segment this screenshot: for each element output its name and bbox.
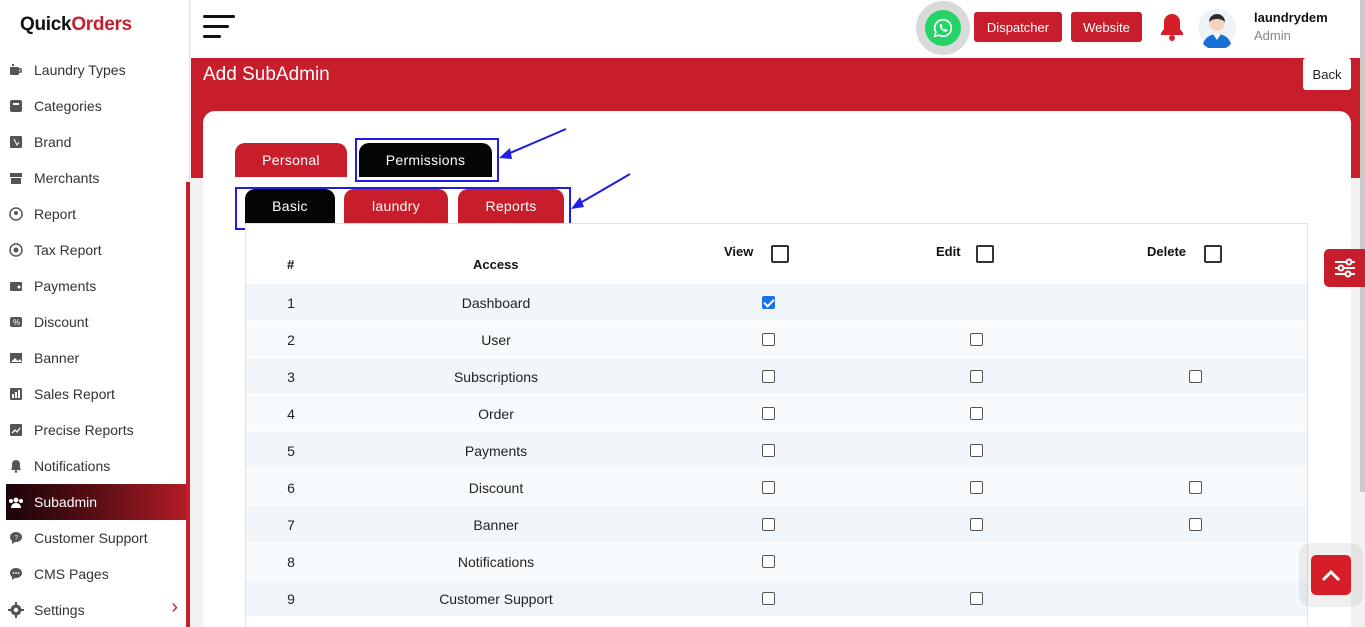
row-number: 1: [287, 294, 295, 311]
header-num: #: [287, 257, 295, 272]
settings-sliders-icon[interactable]: [1324, 249, 1365, 287]
view-checkbox[interactable]: [762, 518, 775, 531]
edit-all-checkbox[interactable]: [976, 245, 994, 263]
row-access-label: Discount: [468, 479, 524, 496]
row-access-label: User: [481, 331, 511, 348]
row-access-label: Notifications: [457, 553, 535, 570]
header-access: Access: [473, 257, 519, 272]
view-checkbox[interactable]: [762, 407, 775, 420]
table-row: 7 Banner: [246, 506, 1307, 543]
view-checkbox[interactable]: [762, 592, 775, 605]
row-number: 6: [287, 479, 295, 496]
edit-checkbox[interactable]: [970, 444, 983, 457]
edit-checkbox[interactable]: [970, 518, 983, 531]
table-row: 4 Order: [246, 395, 1307, 432]
edit-checkbox[interactable]: [970, 592, 983, 605]
row-access-label: Dashboard: [461, 294, 531, 311]
row-number: 3: [287, 368, 295, 385]
view-checkbox[interactable]: [762, 333, 775, 346]
scroll-to-top-button[interactable]: [1311, 555, 1351, 595]
edit-checkbox[interactable]: [970, 407, 983, 420]
header-delete: Delete: [1147, 244, 1187, 259]
table-row: 6 Discount: [246, 469, 1307, 506]
row-access-label: Order: [478, 405, 514, 422]
delete-checkbox[interactable]: [1189, 518, 1202, 531]
table-row: 1 Dashboard: [246, 284, 1307, 321]
row-number: 4: [287, 405, 295, 422]
edit-checkbox[interactable]: [970, 370, 983, 383]
row-access-label: Customer Support: [439, 590, 553, 607]
view-all-checkbox[interactable]: [771, 245, 789, 263]
row-number: 8: [287, 553, 295, 570]
table-row: 9 Customer Support: [246, 580, 1307, 617]
row-access-label: Banner: [473, 516, 519, 533]
delete-all-checkbox[interactable]: [1204, 245, 1222, 263]
view-checkbox[interactable]: [762, 296, 775, 309]
view-checkbox[interactable]: [762, 444, 775, 457]
row-number: 5: [287, 442, 295, 459]
row-access-label: Payments: [464, 442, 528, 459]
delete-checkbox[interactable]: [1189, 370, 1202, 383]
row-access-label: Subscriptions: [453, 368, 539, 385]
chevron-up-icon: [1321, 569, 1341, 582]
table-row: 3 Subscriptions: [246, 358, 1307, 395]
table-row: 8 Notifications: [246, 543, 1307, 580]
row-number: 7: [287, 516, 295, 533]
delete-checkbox[interactable]: [1189, 481, 1202, 494]
view-checkbox[interactable]: [762, 481, 775, 494]
row-number: 9: [287, 590, 295, 607]
header-edit: Edit: [936, 244, 961, 259]
table-row: 2 User: [246, 321, 1307, 358]
edit-checkbox[interactable]: [970, 333, 983, 346]
header-view: View: [724, 244, 754, 259]
table-row: 5 Payments: [246, 432, 1307, 469]
view-checkbox[interactable]: [762, 370, 775, 383]
edit-checkbox[interactable]: [970, 481, 983, 494]
row-number: 2: [287, 331, 295, 348]
view-checkbox[interactable]: [762, 555, 775, 568]
